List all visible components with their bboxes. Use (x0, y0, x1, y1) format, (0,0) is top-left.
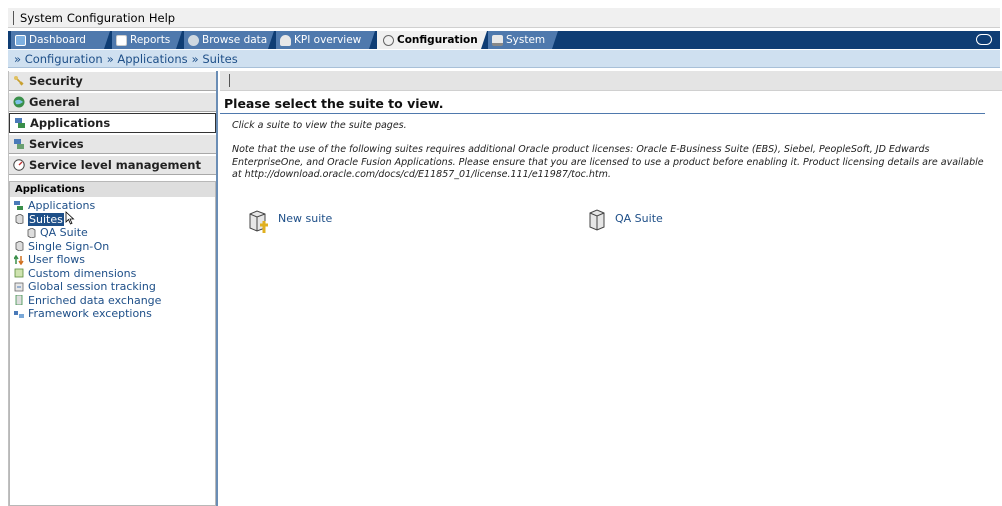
user-flows-icon (13, 254, 24, 266)
suite-label: New suite (278, 212, 333, 225)
sidebar-item-service-level-management[interactable]: Service level management (9, 155, 216, 175)
suite-qa[interactable]: QA Suite (587, 209, 663, 236)
kpi-overview-icon (280, 34, 291, 46)
mouse-cursor-icon (65, 210, 75, 228)
title-divider (220, 113, 985, 114)
menu-separator (13, 11, 14, 25)
configuration-icon (383, 34, 394, 46)
tab-system[interactable]: System (488, 31, 558, 49)
tree-item-qa-suite[interactable]: QA Suite (10, 226, 215, 240)
tab-browse-data[interactable]: Browse data (184, 31, 274, 49)
license-note: Note that the use of the following suite… (232, 144, 984, 180)
data-exchange-icon (14, 294, 24, 306)
suite-icon (587, 209, 607, 236)
suite-icon (14, 213, 24, 225)
gauge-icon (13, 159, 25, 171)
sidebar-item-services[interactable]: Services (9, 134, 216, 154)
tree-title: Applications (10, 182, 215, 197)
suite-icon (14, 240, 24, 252)
tab-label: Dashboard (29, 34, 86, 46)
sidebar-label: General (29, 95, 80, 109)
tree-label: QA Suite (40, 226, 88, 240)
tab-label: Configuration (397, 34, 478, 46)
services-icon (13, 138, 25, 150)
tab-label: Reports (130, 34, 171, 46)
menu-system[interactable]: System (20, 11, 63, 25)
tree-label: User flows (28, 253, 85, 267)
key-icon (13, 75, 25, 87)
session-tracking-icon (14, 282, 24, 292)
breadcrumb-configuration[interactable]: » Configuration (14, 52, 103, 66)
dashboard-icon (15, 34, 26, 46)
tree-item-framework-exceptions[interactable]: Framework exceptions (10, 307, 215, 321)
applications-icon (14, 200, 24, 211)
sidebar-item-applications[interactable]: Applications (9, 113, 216, 133)
tree-item-suites[interactable]: Suites (10, 210, 215, 228)
tab-bar: Dashboard Reports Browse data KPI overvi… (8, 31, 1000, 49)
reports-icon (116, 34, 127, 46)
custom-dimensions-icon (14, 268, 24, 278)
tab-reports[interactable]: Reports (112, 31, 182, 49)
applications-icon (14, 117, 26, 129)
suite-new[interactable]: New suite (246, 209, 332, 238)
main-content: Please select the suite to view. Click a… (220, 71, 1002, 506)
suite-icon (26, 227, 36, 239)
suite-label: QA Suite (615, 212, 663, 225)
tab-label: Browse data (202, 34, 268, 46)
sidebar: Security General Applications Services S… (8, 71, 218, 506)
toolstrip (220, 71, 1002, 91)
sidebar-item-security[interactable]: Security (9, 71, 216, 91)
applications-tree: Applications Applications Suites QA Suit… (9, 181, 216, 506)
tab-kpi-overview[interactable]: KPI overview (276, 31, 375, 49)
new-suite-icon (246, 209, 270, 238)
intro-text: Click a suite to view the suite pages. (232, 120, 407, 131)
system-icon (492, 34, 503, 46)
breadcrumb-suites[interactable]: » Suites (192, 52, 238, 66)
tree-label: Suites (28, 212, 64, 226)
sidebar-label: Applications (30, 116, 111, 130)
tree-label: Single Sign-On (28, 239, 110, 253)
menu-help[interactable]: Help (149, 11, 175, 25)
tree-item-single-sign-on[interactable]: Single Sign-On (10, 240, 215, 254)
tree-label: Enriched data exchange (28, 293, 162, 307)
page-title: Please select the suite to view. (224, 96, 444, 111)
sidebar-label: Security (29, 74, 83, 88)
tree-item-global-session-tracking[interactable]: Global session tracking (10, 280, 215, 294)
browse-data-icon (188, 34, 199, 46)
tree-label: Applications (28, 199, 96, 213)
sidebar-item-general[interactable]: General (9, 92, 216, 112)
sidebar-label: Services (29, 137, 84, 151)
tree-item-applications[interactable]: Applications (10, 199, 215, 213)
sidebar-label: Service level management (29, 158, 201, 172)
framework-exceptions-icon (14, 309, 24, 319)
tree-label: Global session tracking (28, 280, 156, 294)
breadcrumb: » Configuration » Applications » Suites (8, 50, 1000, 68)
tab-configuration[interactable]: Configuration (377, 31, 487, 49)
tree-label: Framework exceptions (28, 307, 152, 321)
menu-configuration[interactable]: Configuration (67, 11, 145, 25)
tab-label: KPI overview (294, 34, 362, 46)
tab-dashboard[interactable]: Dashboard (11, 31, 110, 49)
menu-bar: System Configuration Help (8, 8, 1000, 28)
globe-icon (13, 96, 25, 108)
toggle-icon[interactable] (976, 34, 992, 45)
tree-item-user-flows[interactable]: User flows (10, 253, 215, 267)
tree-item-custom-dimensions[interactable]: Custom dimensions (10, 267, 215, 281)
tab-label: System (506, 34, 546, 46)
tree-label: Custom dimensions (28, 266, 137, 280)
tree-item-enriched-data-exchange[interactable]: Enriched data exchange (10, 294, 215, 308)
breadcrumb-applications[interactable]: » Applications (107, 52, 188, 66)
